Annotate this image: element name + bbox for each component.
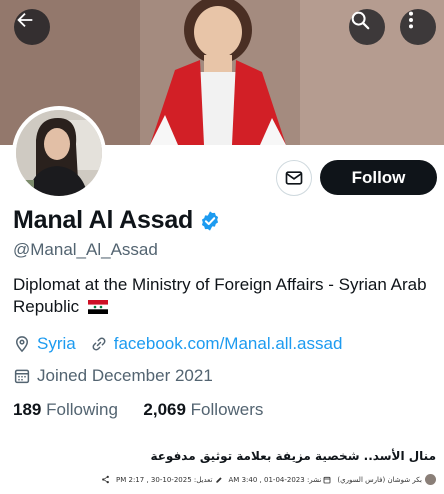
followers-link[interactable]: 2,069 Followers	[143, 400, 263, 419]
follow-button[interactable]: Follow	[320, 160, 437, 195]
follow-stats: 189 Following 2,069 Followers	[13, 400, 263, 420]
display-name-row: Manal Al Assad	[13, 206, 221, 235]
search-button[interactable]	[349, 9, 385, 45]
verified-badge-icon[interactable]	[199, 210, 221, 232]
website-link[interactable]: facebook.com/Manal.all.assad	[114, 334, 343, 354]
more-vertical-icon	[408, 11, 414, 29]
location-text: Syria	[37, 334, 76, 353]
following-link[interactable]: 189 Following	[13, 400, 123, 419]
article-published: نشر: 2023-04-01 , 3:40 AM	[229, 476, 332, 484]
edited-date: تعديل: 2025-10-30 , 2:17 PM	[116, 475, 213, 484]
link-icon	[92, 337, 106, 351]
calendar-icon	[323, 476, 331, 483]
search-icon	[351, 11, 370, 30]
location-pin-icon	[15, 336, 29, 353]
pencil-icon	[215, 476, 222, 483]
profile-bio: Diplomat at the Ministry of Foreign Affa…	[13, 274, 433, 318]
bio-text: Diplomat at the Ministry of Foreign Affa…	[13, 275, 427, 316]
calendar-icon	[14, 369, 30, 384]
back-button[interactable]	[14, 9, 50, 45]
author-name: بكر شوشان (فارس السوري)	[337, 475, 422, 484]
article-edited: تعديل: 2025-10-30 , 2:17 PM	[116, 476, 223, 484]
following-label: Following	[46, 400, 118, 419]
followers-count: 2,069	[143, 400, 186, 419]
followers-label: Followers	[190, 400, 264, 419]
avatar[interactable]	[12, 106, 106, 200]
share-button[interactable]	[99, 475, 110, 484]
joined-date: Joined December 2021	[37, 366, 213, 385]
syria-flag-icon	[87, 300, 108, 314]
article-title[interactable]: منال الأسد.. شخصية مزيفة بعلامة توثيق مد…	[150, 449, 436, 463]
following-count: 189	[13, 400, 42, 419]
arrow-left-icon	[17, 12, 33, 28]
avatar-photo	[16, 110, 102, 196]
article-author[interactable]: بكر شوشان (فارس السوري)	[337, 474, 436, 485]
user-handle: @Manal_Al_Assad	[13, 240, 158, 259]
more-options-button[interactable]	[400, 9, 436, 45]
profile-meta-joined: Joined December 2021	[13, 366, 213, 386]
share-icon	[102, 475, 109, 484]
published-date: نشر: 2023-04-01 , 3:40 AM	[228, 475, 322, 484]
article-meta: بكر شوشان (فارس السوري) نشر: 2023-04-01 …	[93, 474, 436, 485]
envelope-icon	[285, 171, 303, 185]
profile-meta-location-link: Syria facebook.com/Manal.all.assad	[13, 334, 342, 354]
message-button[interactable]	[276, 160, 312, 196]
display-name: Manal Al Assad	[13, 206, 194, 234]
author-avatar	[425, 474, 436, 485]
